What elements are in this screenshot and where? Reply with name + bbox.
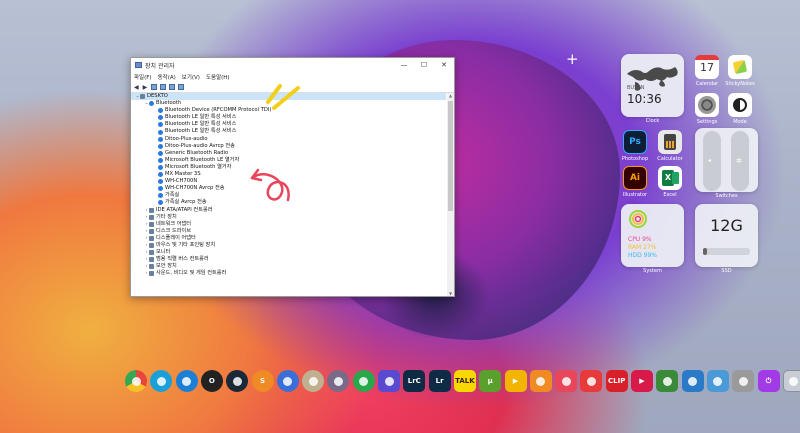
chip-icon[interactable] — [378, 370, 400, 392]
tree-icon[interactable] — [352, 370, 375, 392]
dock-icon-mark — [333, 376, 343, 386]
screenshot-icon[interactable] — [555, 370, 578, 392]
excel-label: Excel — [663, 192, 677, 198]
settings-app-icon[interactable] — [695, 93, 719, 117]
dock-icon-mark — [384, 376, 394, 386]
player-icon[interactable]: ▶ — [504, 370, 527, 392]
calculator-label: Calculator — [657, 156, 683, 162]
cpu-usage: CPU 9% — [628, 236, 652, 243]
dock-icon-mark — [713, 376, 723, 386]
clip-icon[interactable]: CLIP — [605, 370, 628, 392]
excel-app-icon[interactable]: X — [658, 166, 682, 190]
calendar-label: Calendar — [695, 81, 719, 87]
dock-icon-glyph: TALK — [455, 377, 475, 385]
switches-label: Switches — [715, 193, 738, 199]
lightroom-icon[interactable]: Lr — [428, 370, 451, 392]
checklist-icon[interactable] — [656, 370, 679, 392]
ram-usage: RAM 27% — [628, 244, 657, 251]
brightness-icon: ✲ — [736, 157, 742, 165]
ssd-label: SSD — [721, 268, 732, 274]
tools-icon[interactable] — [732, 370, 755, 392]
dock-icon-mark — [308, 376, 318, 386]
ssd-widget[interactable]: 12G — [695, 204, 758, 267]
system-widget[interactable]: CPU 9% RAM 27% HDD 99% — [621, 204, 684, 267]
dock-icon-glyph: O — [208, 377, 215, 385]
settings-label: Settings — [696, 119, 718, 125]
dock-icon-mark — [789, 376, 799, 386]
dock-icon-mark — [586, 376, 596, 386]
photoshop-label: Photoshop — [621, 156, 649, 162]
volume-icon: ◂ — [708, 157, 712, 164]
dock-icon-mark — [283, 376, 293, 386]
monitor-icon[interactable] — [681, 370, 704, 392]
dock-icon-glyph: CLIP — [608, 377, 626, 385]
power-icon[interactable]: ⏻ — [757, 370, 780, 392]
dock-icon-glyph: LrC — [407, 377, 421, 385]
lightroom-classic-icon[interactable]: LrC — [403, 370, 426, 392]
control-panel-icon[interactable] — [706, 370, 729, 392]
system-rings-icon — [629, 210, 647, 228]
calendar-app-icon[interactable]: 17 — [695, 55, 719, 79]
switches-widget[interactable]: ◂ ✲ — [695, 128, 758, 192]
kakaotalk-icon[interactable]: TALK — [453, 370, 476, 392]
clock-time: 10:36 — [627, 92, 662, 106]
installer-icon[interactable] — [302, 370, 325, 392]
sticker-icon[interactable]: S — [251, 370, 274, 392]
edge-icon[interactable] — [175, 370, 198, 392]
dock-icon-glyph: ▶ — [639, 377, 645, 385]
camera-icon[interactable] — [529, 370, 552, 392]
hdd-usage: HDD 99% — [628, 252, 657, 259]
clock-widget[interactable]: BUSAN 10:36 — [621, 54, 684, 117]
ssd-usage-bar — [703, 248, 750, 255]
mode-label: Mode — [733, 119, 747, 125]
opera-icon[interactable]: O — [200, 370, 223, 392]
photoshop-app-icon[interactable]: Ps — [623, 130, 647, 154]
dock-icon-glyph: µ — [487, 377, 493, 385]
mode-app-icon[interactable] — [728, 93, 752, 117]
crop-icon[interactable] — [580, 370, 603, 392]
dock-icon-mark — [156, 376, 166, 386]
recycle-bin-icon[interactable] — [782, 370, 800, 392]
yellow-marks-annotation — [266, 84, 300, 110]
dock-icon-glyph: ⏻ — [765, 376, 772, 385]
dock-icon-glyph: Lr — [435, 377, 444, 385]
chrome-icon[interactable] — [125, 370, 147, 392]
system-label: System — [643, 268, 662, 274]
dock-icon-mark — [131, 376, 141, 386]
bluetooth-app-icon[interactable] — [276, 370, 299, 392]
illustrator-label: Illustrator — [622, 192, 648, 198]
calendar-day: 17 — [700, 61, 714, 74]
brightness-switch[interactable]: ✲ — [731, 131, 749, 191]
calculator-app-icon[interactable] — [658, 130, 682, 154]
stickynotes-label: StickyNotes — [725, 81, 755, 87]
clock-city: BUSAN — [627, 85, 645, 91]
volume-switch[interactable]: ◂ — [703, 131, 721, 191]
dock-icon-mark — [182, 376, 192, 386]
dock-icon-glyph: S — [259, 377, 266, 385]
dock-icon-glyph: ▶ — [512, 377, 519, 385]
dock-icon-mark — [359, 376, 369, 386]
dock-icon-mark — [232, 376, 242, 386]
dock-icon-mark — [662, 376, 672, 386]
dock-icon-mark — [688, 376, 698, 386]
illustrator-app-icon[interactable]: Ai — [623, 166, 647, 190]
clock-label: Clock — [645, 118, 660, 124]
ssd-free-space: 12G — [710, 216, 743, 235]
dock-icon-mark — [561, 376, 571, 386]
media-player-icon[interactable]: ▶ — [631, 370, 653, 392]
utorrent-icon[interactable]: µ — [479, 370, 502, 392]
stickynotes-app-icon[interactable] — [728, 55, 752, 79]
dock-icon-mark — [738, 376, 748, 386]
dock-icon-mark — [536, 376, 546, 386]
